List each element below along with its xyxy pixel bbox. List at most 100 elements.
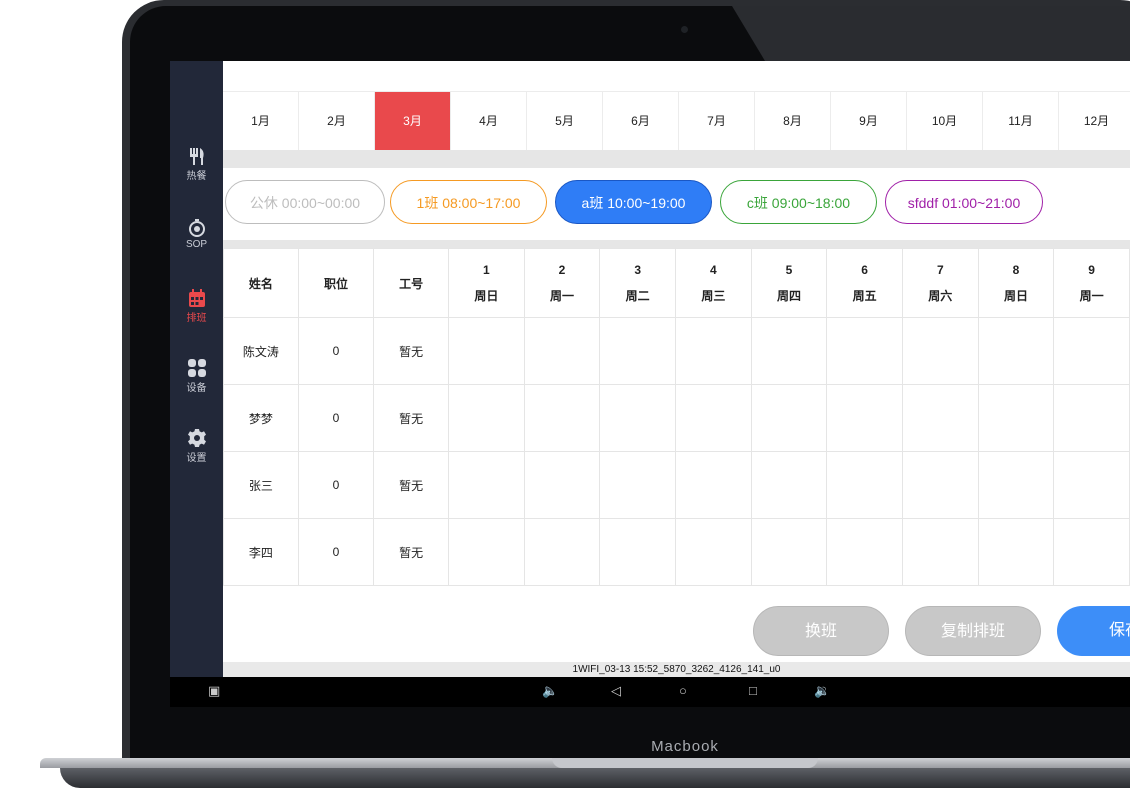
divider bbox=[223, 240, 1130, 248]
cell-position: 0 bbox=[297, 317, 375, 385]
schedule-cell[interactable] bbox=[977, 317, 1055, 385]
android-nav-bar: ▣ 🔈 ◁ ○ □ 🔉 bbox=[170, 677, 1130, 707]
sidebar-item-hot-meal[interactable]: 热餐 bbox=[170, 147, 223, 182]
sidebar: 热餐 SOP 排班 设备 设置 bbox=[170, 61, 223, 677]
schedule-cell[interactable] bbox=[826, 384, 903, 452]
table-row: 梦梦 0 暂无 bbox=[223, 384, 1130, 452]
tab-month-11[interactable]: 11月 bbox=[983, 92, 1059, 150]
schedule-cell[interactable] bbox=[448, 317, 525, 385]
schedule-cell[interactable] bbox=[977, 518, 1055, 586]
tab-month-1[interactable]: 1月 bbox=[223, 92, 299, 150]
tab-month-3[interactable]: 3月 bbox=[375, 92, 451, 150]
schedule-cell[interactable] bbox=[523, 317, 601, 385]
schedule-cell[interactable] bbox=[599, 384, 676, 452]
sidebar-item-settings[interactable]: 设置 bbox=[170, 429, 223, 464]
screenshot-icon[interactable]: ▣ bbox=[208, 683, 220, 699]
schedule-cell[interactable] bbox=[523, 384, 601, 452]
sidebar-item-label: 设置 bbox=[186, 453, 207, 464]
schedule-cell[interactable] bbox=[599, 451, 676, 519]
shift-chip-rest[interactable]: 公休 00:00~00:00 bbox=[225, 180, 385, 224]
schedule-cell[interactable] bbox=[750, 317, 828, 385]
schedule-cell[interactable] bbox=[826, 451, 903, 519]
header-day: 6 周五 bbox=[826, 248, 903, 318]
tablet-screen: 热餐 SOP 排班 设备 设置 1月 2月 3月 4月 5月 6月 7月 8月 … bbox=[170, 61, 1130, 707]
schedule-cell[interactable] bbox=[1053, 518, 1130, 586]
cell-employee-id: 暂无 bbox=[373, 317, 450, 385]
sidebar-item-label: 排班 bbox=[186, 313, 207, 324]
header-day: 5 周四 bbox=[750, 248, 828, 318]
cell-position: 0 bbox=[297, 384, 375, 452]
header-employee-id: 工号 bbox=[373, 248, 450, 318]
sidebar-item-device[interactable]: 设备 bbox=[170, 359, 223, 394]
swap-shift-button[interactable]: 换班 bbox=[753, 606, 889, 656]
schedule-cell[interactable] bbox=[977, 384, 1055, 452]
volume-up-icon[interactable]: 🔉 bbox=[814, 683, 830, 699]
schedule-cell[interactable] bbox=[901, 518, 979, 586]
camera-icon bbox=[681, 26, 688, 33]
shift-chip-sfddf[interactable]: sfddf 01:00~21:00 bbox=[885, 180, 1043, 224]
sidebar-item-schedule[interactable]: 排班 bbox=[170, 289, 223, 324]
schedule-cell[interactable] bbox=[675, 518, 752, 586]
schedule-cell[interactable] bbox=[448, 384, 525, 452]
back-icon[interactable]: ◁ bbox=[611, 683, 621, 699]
schedule-cell[interactable] bbox=[750, 518, 828, 586]
tab-month-5[interactable]: 5月 bbox=[527, 92, 603, 150]
status-text: 1WIFI_03-13 15:52_5870_3262_4126_141_u0 bbox=[223, 662, 1130, 677]
header-day: 3 周二 bbox=[599, 248, 676, 318]
calendar-icon bbox=[188, 289, 205, 307]
tab-month-7[interactable]: 7月 bbox=[679, 92, 755, 150]
schedule-cell[interactable] bbox=[675, 317, 752, 385]
schedule-cell[interactable] bbox=[599, 317, 676, 385]
shift-chip-1[interactable]: 1班 08:00~17:00 bbox=[390, 180, 547, 224]
tab-month-4[interactable]: 4月 bbox=[451, 92, 527, 150]
tab-month-9[interactable]: 9月 bbox=[831, 92, 907, 150]
shift-chip-a[interactable]: a班 10:00~19:00 bbox=[555, 180, 712, 224]
shift-chip-c[interactable]: c班 09:00~18:00 bbox=[720, 180, 877, 224]
schedule-cell[interactable] bbox=[750, 451, 828, 519]
tab-month-8[interactable]: 8月 bbox=[755, 92, 831, 150]
cell-position: 0 bbox=[297, 451, 375, 519]
copy-schedule-button[interactable]: 复制排班 bbox=[905, 606, 1041, 656]
sidebar-item-sop[interactable]: SOP bbox=[170, 219, 223, 250]
cell-name: 李四 bbox=[223, 518, 299, 586]
schedule-cell[interactable] bbox=[750, 384, 828, 452]
schedule-cell[interactable] bbox=[448, 518, 525, 586]
schedule-cell[interactable] bbox=[1053, 317, 1130, 385]
tab-month-10[interactable]: 10月 bbox=[907, 92, 983, 150]
base-bottom bbox=[60, 768, 1130, 788]
schedule-cell[interactable] bbox=[523, 518, 601, 586]
sidebar-item-label: 热餐 bbox=[186, 171, 207, 182]
fork-knife-icon bbox=[189, 148, 204, 165]
schedule-cell[interactable] bbox=[977, 451, 1055, 519]
device-label: Macbook bbox=[651, 738, 719, 755]
save-button[interactable]: 保存 bbox=[1057, 606, 1130, 656]
schedule-cell[interactable] bbox=[1053, 384, 1130, 452]
schedule-cell[interactable] bbox=[826, 317, 903, 385]
cell-name: 张三 bbox=[223, 451, 299, 519]
bezel-glare bbox=[732, 6, 1130, 62]
schedule-cell[interactable] bbox=[901, 451, 979, 519]
header-day: 1 周日 bbox=[448, 248, 525, 318]
sidebar-item-label: SOP bbox=[185, 239, 208, 250]
tab-month-6[interactable]: 6月 bbox=[603, 92, 679, 150]
shift-selector: 公休 00:00~00:00 1班 08:00~17:00 a班 10:00~1… bbox=[223, 168, 1130, 240]
recent-apps-icon[interactable]: □ bbox=[749, 683, 757, 698]
schedule-cell[interactable] bbox=[901, 317, 979, 385]
schedule-cell[interactable] bbox=[675, 451, 752, 519]
home-icon[interactable]: ○ bbox=[679, 683, 687, 698]
schedule-cell[interactable] bbox=[675, 384, 752, 452]
tab-month-12[interactable]: 12月 bbox=[1059, 92, 1130, 150]
volume-down-icon[interactable]: 🔈 bbox=[542, 683, 558, 699]
cell-employee-id: 暂无 bbox=[373, 384, 450, 452]
month-tabs: 1月 2月 3月 4月 5月 6月 7月 8月 9月 10月 11月 12月 bbox=[223, 91, 1130, 151]
schedule-cell[interactable] bbox=[448, 451, 525, 519]
tab-month-2[interactable]: 2月 bbox=[299, 92, 375, 150]
schedule-cell[interactable] bbox=[1053, 451, 1130, 519]
table-row: 张三 0 暂无 bbox=[223, 451, 1130, 519]
schedule-cell[interactable] bbox=[523, 451, 601, 519]
header-day: 2 周一 bbox=[523, 248, 601, 318]
schedule-cell[interactable] bbox=[826, 518, 903, 586]
cell-employee-id: 暂无 bbox=[373, 451, 450, 519]
schedule-cell[interactable] bbox=[599, 518, 676, 586]
schedule-cell[interactable] bbox=[901, 384, 979, 452]
